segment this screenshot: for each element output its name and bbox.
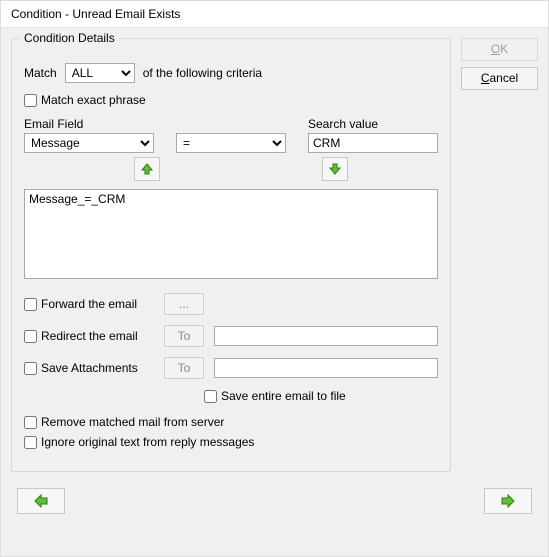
arrow-up-icon — [140, 162, 154, 176]
save-attachments-to-button[interactable]: To — [164, 357, 204, 379]
title-bar: Condition - Unread Email Exists — [1, 1, 548, 28]
email-field-select[interactable]: Message — [24, 133, 154, 153]
next-button[interactable] — [484, 488, 532, 514]
criteria-item[interactable]: Message_=_CRM — [29, 192, 433, 206]
search-value-label: Search value — [308, 117, 438, 131]
criteria-editor-row: Email Field Message = Search value — [24, 117, 438, 153]
match-exact-phrase-checkbox[interactable]: Match exact phrase — [24, 93, 146, 107]
wizard-nav-row — [1, 482, 548, 524]
arrow-right-icon — [500, 494, 516, 508]
condition-dialog: Condition - Unread Email Exists Conditio… — [0, 0, 549, 557]
ignore-original-checkbox[interactable]: Ignore original text from reply messages — [24, 435, 254, 449]
search-value-col: Search value — [308, 117, 438, 153]
forward-email-input[interactable] — [24, 298, 37, 311]
operator-col: = — [176, 117, 286, 153]
match-row: Match ALL of the following criteria — [24, 63, 438, 83]
match-mode-select[interactable]: ALL — [65, 63, 135, 83]
redirect-email-input[interactable] — [24, 330, 37, 343]
match-exact-row: Match exact phrase — [24, 93, 438, 107]
remove-matched-input[interactable] — [24, 416, 37, 429]
condition-details-group: Condition Details Match ALL of the follo… — [11, 38, 451, 472]
remove-matched-row: Remove matched mail from server — [24, 415, 438, 429]
back-button[interactable] — [17, 488, 65, 514]
ignore-original-row: Ignore original text from reply messages — [24, 435, 438, 449]
dialog-body: Condition Details Match ALL of the follo… — [1, 28, 548, 482]
email-field-label: Email Field — [24, 117, 154, 131]
right-button-column: OK Cancel — [461, 38, 538, 472]
cancel-button[interactable]: Cancel — [461, 67, 538, 90]
search-value-input[interactable] — [308, 133, 438, 153]
criteria-list[interactable]: Message_=_CRM — [24, 189, 438, 279]
add-remove-row — [24, 157, 438, 181]
save-attach-row: Save Attachments To — [24, 357, 438, 379]
match-exact-phrase-input[interactable] — [24, 94, 37, 107]
save-attachments-input[interactable] — [24, 362, 37, 375]
fieldset-legend: Condition Details — [20, 31, 119, 45]
redirect-to-button[interactable]: To — [164, 325, 204, 347]
window-title: Condition - Unread Email Exists — [11, 7, 180, 21]
arrow-down-icon — [328, 162, 342, 176]
save-entire-email-checkbox[interactable]: Save entire email to file — [204, 389, 346, 403]
forward-email-checkbox[interactable]: Forward the email — [24, 297, 154, 311]
redirect-row: Redirect the email To — [24, 325, 438, 347]
redirect-to-input[interactable] — [214, 326, 438, 346]
ok-button[interactable]: OK — [461, 38, 538, 61]
save-attachments-path-input[interactable] — [214, 358, 438, 378]
save-attachments-checkbox[interactable]: Save Attachments — [24, 361, 154, 375]
forward-browse-button[interactable]: ... — [164, 293, 204, 315]
forward-row: Forward the email ... — [24, 293, 438, 315]
arrow-left-icon — [33, 494, 49, 508]
match-label: Match — [24, 66, 57, 80]
redirect-email-checkbox[interactable]: Redirect the email — [24, 329, 154, 343]
ignore-original-input[interactable] — [24, 436, 37, 449]
save-entire-row: Save entire email to file — [24, 389, 438, 403]
add-criteria-button[interactable] — [322, 157, 348, 181]
remove-matched-checkbox[interactable]: Remove matched mail from server — [24, 415, 224, 429]
match-suffix: of the following criteria — [143, 66, 262, 80]
remove-criteria-button[interactable] — [134, 157, 160, 181]
operator-select[interactable]: = — [176, 133, 286, 153]
save-entire-email-input[interactable] — [204, 390, 217, 403]
email-field-col: Email Field Message — [24, 117, 154, 153]
